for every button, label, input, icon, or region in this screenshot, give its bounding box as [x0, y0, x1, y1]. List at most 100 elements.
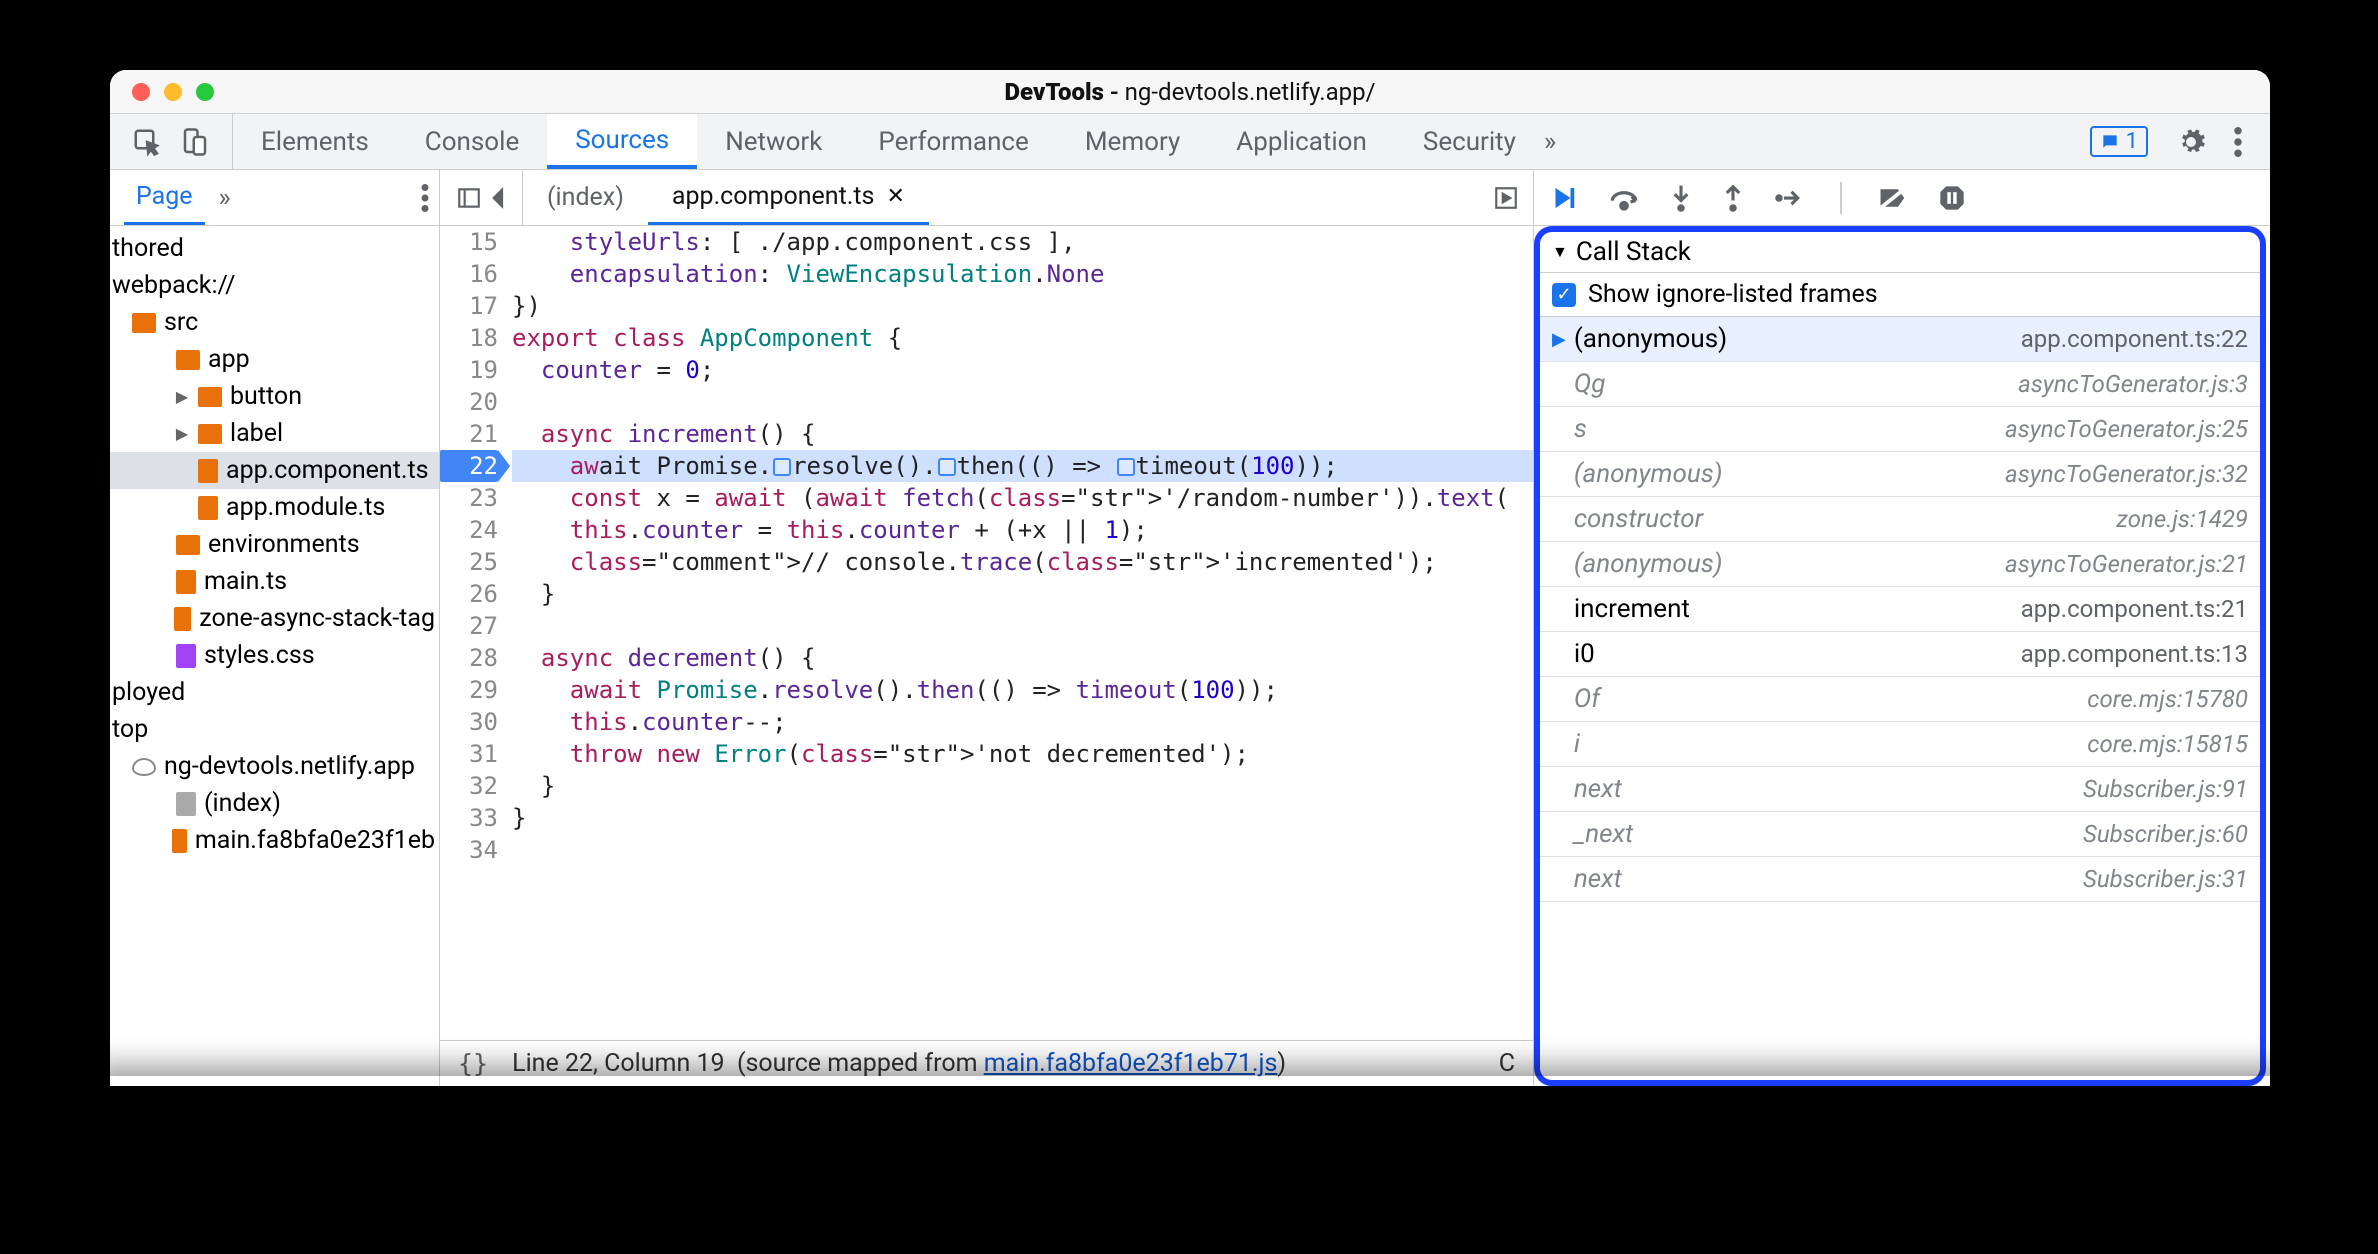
file-icon — [172, 829, 187, 853]
tab-elements[interactable]: Elements — [233, 114, 397, 169]
kebab-icon[interactable] — [2234, 127, 2242, 157]
tree-item[interactable]: app.component.ts — [110, 452, 439, 489]
tab-sources[interactable]: Sources — [547, 114, 697, 169]
resume-icon[interactable] — [1548, 183, 1578, 213]
stack-frame[interactable]: ▶(anonymous)app.component.ts:22 — [1540, 317, 2260, 362]
sourcemap-link[interactable]: main.fa8bfa0e23f1eb71.js — [984, 1049, 1278, 1078]
tree-item[interactable]: webpack:// — [110, 267, 439, 304]
stack-frame[interactable]: ▶_nextSubscriber.js:60 — [1540, 812, 2260, 857]
stack-frame[interactable]: ▶(anonymous)asyncToGenerator.js:21 — [1540, 542, 2260, 587]
issues-badge[interactable]: 1 — [2090, 126, 2148, 157]
file-icon — [198, 496, 218, 520]
line-gutter[interactable]: 1516171819202122232425262728293031323334 — [440, 226, 512, 1040]
window-title: DevTools - ng-devtools.netlify.app/ — [110, 78, 2270, 106]
stack-frame[interactable]: ▶nextSubscriber.js:31 — [1540, 857, 2260, 902]
call-stack-header[interactable]: ▼ Call Stack — [1540, 232, 2260, 273]
step-out-icon[interactable] — [1722, 183, 1744, 213]
source-code[interactable]: styleUrls: [ ./app.component.css ], enca… — [512, 226, 1533, 1040]
pretty-print-icon[interactable]: {} — [458, 1049, 488, 1078]
tree-item[interactable]: main.fa8bfa0e23f1eb — [110, 822, 439, 859]
stack-frame[interactable]: ▶Ofcore.mjs:15780 — [1540, 677, 2260, 722]
folder-icon — [176, 350, 200, 370]
tree-item[interactable]: main.ts — [110, 563, 439, 600]
navigator-sidebar: Page » thoredwebpack://srcapp▶button▶lab… — [110, 170, 440, 1086]
gear-icon[interactable] — [2176, 127, 2206, 157]
close-icon[interactable]: ✕ — [886, 184, 904, 209]
debugger-toolbar — [1534, 170, 2270, 226]
debugger-pane: ▼ Call Stack ✓ Show ignore-listed frames… — [1534, 170, 2270, 1086]
editor-tabs: (index)app.component.ts✕ — [523, 170, 929, 225]
pause-exceptions-icon[interactable] — [1938, 184, 1966, 212]
current-frame-icon: ▶ — [1552, 329, 1566, 350]
folder-icon — [198, 387, 222, 407]
step-icon[interactable] — [1774, 187, 1804, 209]
file-icon — [176, 570, 196, 594]
inspect-icon[interactable] — [132, 127, 162, 157]
stack-frame[interactable]: ▶constructorzone.js:1429 — [1540, 497, 2260, 542]
sidebar-kebab-icon[interactable] — [421, 184, 429, 212]
panel-tabs: ElementsConsoleSourcesNetworkPerformance… — [233, 114, 1544, 169]
tree-item[interactable]: ▶button — [110, 378, 439, 415]
cursor-position: Line 22, Column 19 — [512, 1049, 724, 1078]
more-tabs-icon[interactable]: » — [1544, 127, 1556, 157]
editor-tab[interactable]: (index) — [523, 170, 648, 225]
tree-item[interactable]: src — [110, 304, 439, 341]
file-tree: thoredwebpack://srcapp▶button▶labelapp.c… — [110, 226, 439, 1086]
stack-frame[interactable]: ▶sasyncToGenerator.js:25 — [1540, 407, 2260, 452]
call-stack-panel: ▼ Call Stack ✓ Show ignore-listed frames… — [1534, 226, 2266, 1086]
folder-icon — [198, 424, 222, 444]
stack-frame[interactable]: ▶(anonymous)asyncToGenerator.js:32 — [1540, 452, 2260, 497]
tree-item[interactable]: ployed — [110, 674, 439, 711]
tree-item[interactable]: thored — [110, 230, 439, 267]
stack-frame[interactable]: ▶nextSubscriber.js:91 — [1540, 767, 2260, 812]
tab-memory[interactable]: Memory — [1057, 114, 1208, 169]
folder-icon — [132, 313, 156, 333]
folder-icon — [176, 535, 200, 555]
main-tabstrip: ElementsConsoleSourcesNetworkPerformance… — [110, 114, 2270, 170]
tree-item[interactable]: styles.css — [110, 637, 439, 674]
tab-performance[interactable]: Performance — [850, 114, 1056, 169]
window-controls — [132, 83, 214, 101]
tree-item[interactable]: app — [110, 341, 439, 378]
tree-item[interactable]: ng-devtools.netlify.app — [110, 748, 439, 785]
editor-statusbar: {} Line 22, Column 19 (source mapped fro… — [440, 1040, 1533, 1086]
deactivate-breakpoints-icon[interactable] — [1878, 185, 1908, 211]
stack-frame[interactable]: ▶icore.mjs:15815 — [1540, 722, 2260, 767]
minimize-icon[interactable] — [164, 83, 182, 101]
zoom-icon[interactable] — [196, 83, 214, 101]
titlebar: DevTools - ng-devtools.netlify.app/ — [110, 70, 2270, 114]
device-icon[interactable] — [180, 127, 210, 157]
show-ignored-frames-toggle[interactable]: ✓ Show ignore-listed frames — [1540, 273, 2260, 317]
devtools-window: DevTools - ng-devtools.netlify.app/ Elem… — [110, 70, 2270, 1086]
sidebar-tab-page[interactable]: Page — [124, 170, 205, 225]
tab-network[interactable]: Network — [697, 114, 850, 169]
nav-list-icon[interactable] — [456, 185, 482, 211]
tree-item[interactable]: zone-async-stack-tag — [110, 600, 439, 637]
tree-item[interactable]: environments — [110, 526, 439, 563]
step-over-icon[interactable] — [1608, 185, 1640, 211]
tree-item[interactable]: app.module.ts — [110, 489, 439, 526]
chat-icon — [2100, 132, 2120, 152]
tree-item[interactable]: (index) — [110, 785, 439, 822]
close-icon[interactable] — [132, 83, 150, 101]
coverage-toggle[interactable]: C — [1499, 1049, 1515, 1078]
tab-console[interactable]: Console — [397, 114, 547, 169]
editor-tab[interactable]: app.component.ts✕ — [648, 170, 929, 225]
tree-item[interactable]: ▶label — [110, 415, 439, 452]
nav-back-icon[interactable] — [492, 187, 506, 209]
file-icon — [176, 644, 196, 668]
cloud-icon — [132, 758, 156, 776]
tab-security[interactable]: Security — [1395, 114, 1544, 169]
stack-frame[interactable]: ▶i0app.component.ts:13 — [1540, 632, 2260, 677]
tab-application[interactable]: Application — [1208, 114, 1395, 169]
step-into-icon[interactable] — [1670, 183, 1692, 213]
run-snippet-icon[interactable] — [1493, 185, 1519, 211]
tree-item[interactable]: top — [110, 711, 439, 748]
checkbox-checked-icon: ✓ — [1552, 283, 1576, 307]
stack-frame[interactable]: ▶incrementapp.component.ts:21 — [1540, 587, 2260, 632]
sidebar-more-tabs-icon[interactable]: » — [219, 183, 231, 213]
stack-frame[interactable]: ▶QgasyncToGenerator.js:3 — [1540, 362, 2260, 407]
file-icon — [176, 792, 196, 816]
editor-pane: (index)app.component.ts✕ 151617181920212… — [440, 170, 1534, 1086]
file-icon — [174, 607, 191, 631]
